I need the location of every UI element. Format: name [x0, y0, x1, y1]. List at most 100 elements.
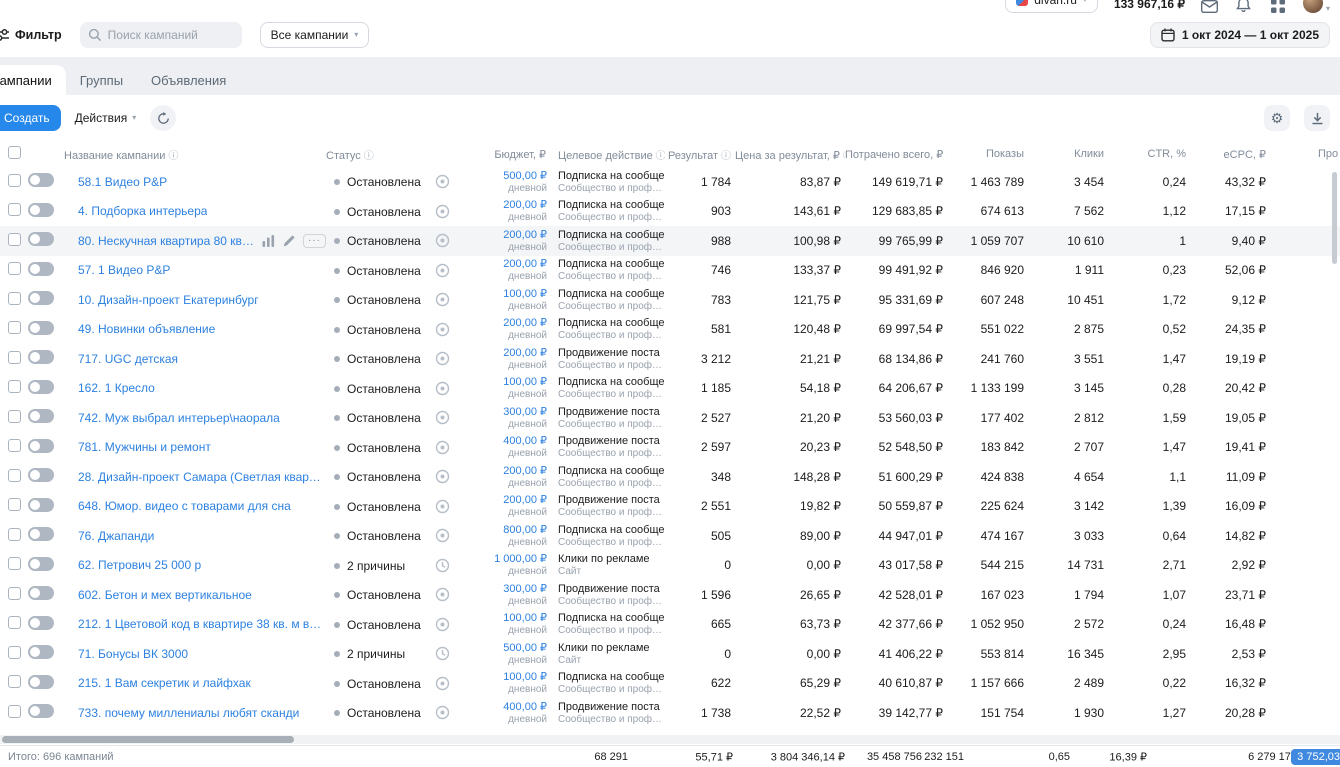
column-result[interactable]: Результатⓘ — [665, 141, 735, 167]
campaign-link[interactable]: 80. Нескучная квартира 80 кв.м для четве… — [78, 234, 256, 248]
horizontal-scrollbar[interactable] — [2, 736, 294, 743]
row-toggle[interactable] — [28, 616, 54, 630]
statistics-icon[interactable] — [262, 235, 275, 247]
campaign-link[interactable]: 71. Бонусы ВК 3000 — [78, 647, 188, 661]
budget-value[interactable]: 800,00 ₽ — [458, 524, 547, 537]
campaign-link[interactable]: 4. Подборка интерьера — [78, 204, 207, 218]
budget-value[interactable]: 1 000,00 ₽ — [458, 553, 547, 566]
campaign-link[interactable]: 62. Петрович 25 000 р — [78, 558, 201, 572]
campaign-scope-dropdown[interactable]: Все кампании ▾ — [260, 22, 370, 48]
export-button[interactable] — [1304, 105, 1330, 131]
column-name[interactable]: Название кампанииⓘ — [64, 141, 326, 167]
campaign-link[interactable]: 76. Джапанди — [78, 529, 154, 543]
vertical-scrollbar[interactable] — [1332, 172, 1337, 264]
row-checkbox[interactable] — [8, 616, 21, 629]
campaign-link[interactable]: 742. Муж выбрал интерьер\наорала — [78, 411, 280, 425]
budget-value[interactable]: 500,00 ₽ — [458, 642, 547, 655]
budget-value[interactable]: 100,00 ₽ — [458, 612, 547, 625]
row-toggle[interactable] — [28, 409, 54, 423]
row-checkbox[interactable] — [8, 380, 21, 393]
row-toggle[interactable] — [28, 645, 54, 659]
budget-value[interactable]: 200,00 ₽ — [458, 494, 547, 507]
campaign-link[interactable]: 57. 1 Видео Р&Р — [78, 263, 170, 277]
campaign-link[interactable]: 212. 1 Цветовой код в квартире 38 кв. м … — [78, 617, 326, 631]
column-status[interactable]: Статусⓘ — [326, 141, 430, 167]
row-toggle[interactable] — [28, 439, 54, 453]
budget-value[interactable]: 300,00 ₽ — [458, 583, 547, 596]
select-all-checkbox[interactable] — [8, 146, 21, 159]
row-toggle[interactable] — [28, 321, 54, 335]
column-budget[interactable]: Бюджет, ₽ — [458, 141, 550, 167]
row-checkbox[interactable] — [8, 557, 21, 570]
table-settings-button[interactable]: ⚙ — [1264, 105, 1290, 131]
search-input[interactable] — [108, 28, 228, 42]
campaign-link[interactable]: 10. Дизайн-проект Екатеринбург — [78, 293, 259, 307]
profile-menu[interactable]: ▾ — [1303, 0, 1330, 13]
campaign-link[interactable]: 215. 1 Вам секретик и лайфхак — [78, 676, 251, 690]
budget-value[interactable]: 200,00 ₽ — [458, 317, 547, 330]
row-toggle[interactable] — [28, 586, 54, 600]
row-toggle[interactable] — [28, 498, 54, 512]
row-toggle[interactable] — [28, 527, 54, 541]
row-checkbox[interactable] — [8, 705, 21, 718]
tab-ads[interactable]: Объявления — [137, 65, 240, 95]
budget-value[interactable]: 100,00 ₽ — [458, 376, 547, 389]
date-range-picker[interactable]: 1 окт 2024 — 1 окт 2025 — [1150, 22, 1330, 48]
campaign-link[interactable]: 781. Мужчины и ремонт — [78, 440, 211, 454]
row-checkbox[interactable] — [8, 292, 21, 305]
row-toggle[interactable] — [28, 468, 54, 482]
campaign-link[interactable]: 648. Юмор. видео с товарами для сна — [78, 499, 291, 513]
column-ctr[interactable]: CTR, % — [1110, 141, 1192, 167]
budget-value[interactable]: 200,00 ₽ — [458, 465, 547, 478]
row-checkbox[interactable] — [8, 675, 21, 688]
horizontal-scrollbar-track[interactable] — [0, 735, 1340, 744]
row-checkbox[interactable] — [8, 439, 21, 452]
budget-value[interactable]: 400,00 ₽ — [458, 435, 547, 448]
budget-value[interactable]: 200,00 ₽ — [458, 258, 547, 271]
column-spent[interactable]: Потрачено всего, ₽↓ — [845, 141, 947, 167]
row-toggle[interactable] — [28, 557, 54, 571]
row-toggle[interactable] — [28, 704, 54, 718]
campaign-link[interactable]: 28. Дизайн-проект Самара (Светлая кварти… — [78, 470, 326, 484]
campaign-link[interactable]: 733. почему миллениалы любят сканди — [78, 706, 299, 720]
tab-campaigns[interactable]: Кампании — [0, 65, 66, 95]
filter-button[interactable]: Фильтр — [0, 28, 62, 42]
column-truncated[interactable]: Про — [1272, 141, 1340, 167]
refresh-button[interactable] — [150, 105, 176, 131]
column-clicks[interactable]: Клики — [1030, 141, 1110, 167]
row-checkbox[interactable] — [8, 410, 21, 423]
campaign-link[interactable]: 58.1 Видео Р&Р — [78, 175, 167, 189]
campaign-link[interactable]: 602. Бетон и мех вертикальное — [78, 588, 252, 602]
row-toggle[interactable] — [28, 675, 54, 689]
row-checkbox[interactable] — [8, 321, 21, 334]
row-checkbox[interactable] — [8, 262, 21, 275]
row-checkbox[interactable] — [8, 646, 21, 659]
row-checkbox[interactable] — [8, 528, 21, 541]
actions-dropdown[interactable]: Действия ▾ — [75, 111, 137, 125]
row-checkbox[interactable] — [8, 203, 21, 216]
row-checkbox[interactable] — [8, 351, 21, 364]
row-toggle[interactable] — [28, 350, 54, 364]
tab-groups[interactable]: Группы — [66, 65, 137, 95]
create-button[interactable]: Создать — [0, 105, 61, 131]
row-checkbox[interactable] — [8, 498, 21, 511]
row-toggle[interactable] — [28, 262, 54, 276]
notifications-button[interactable] — [1235, 0, 1253, 13]
column-cost-per-result[interactable]: Цена за результат, ₽ⓘ — [735, 141, 845, 167]
campaign-link[interactable]: 162. 1 Кресло — [78, 381, 155, 395]
row-checkbox[interactable] — [8, 233, 21, 246]
row-checkbox[interactable] — [8, 587, 21, 600]
column-ecpc[interactable]: eCPC, ₽ — [1192, 141, 1272, 167]
row-toggle[interactable] — [28, 380, 54, 394]
row-checkbox[interactable] — [8, 469, 21, 482]
campaign-link[interactable]: 49. Новинки объявление — [78, 322, 215, 336]
apps-menu-button[interactable] — [1269, 0, 1287, 13]
budget-value[interactable]: 200,00 ₽ — [458, 347, 547, 360]
campaign-link[interactable]: 717. UGC детская — [78, 352, 178, 366]
edit-pencil-icon[interactable] — [283, 235, 295, 247]
budget-value[interactable]: 400,00 ₽ — [458, 701, 547, 714]
more-actions-icon[interactable] — [303, 234, 326, 248]
budget-value[interactable]: 200,00 ₽ — [458, 199, 547, 212]
column-goal[interactable]: Целевое действиеⓘ — [550, 141, 665, 167]
column-impressions[interactable]: Показы — [947, 141, 1030, 167]
